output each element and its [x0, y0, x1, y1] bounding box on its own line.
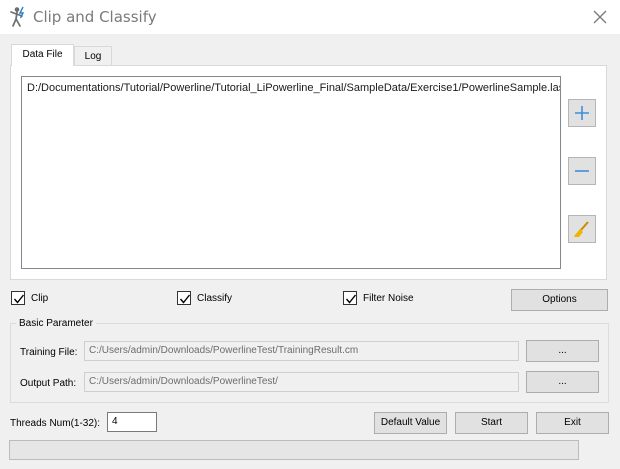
progress-bar — [9, 440, 579, 460]
threads-input[interactable]: 4 — [107, 412, 157, 432]
plus-icon — [575, 106, 589, 120]
options-button[interactable]: Options — [511, 289, 608, 311]
threads-label: Threads Num(1-32): — [10, 418, 101, 429]
list-item[interactable]: D:/Documentations/Tutorial/Powerline/Tut… — [27, 82, 560, 94]
default-value-button[interactable]: Default Value — [374, 412, 447, 434]
lightning-figure-icon — [10, 6, 25, 27]
tab-label: Data File — [22, 49, 63, 60]
clip-label: Clip — [31, 293, 49, 304]
start-button[interactable]: Start — [455, 412, 528, 434]
checkbox-box — [177, 291, 191, 305]
tab-data-file[interactable]: Data File — [11, 44, 74, 66]
classify-label: Classify — [197, 293, 233, 304]
tab-log[interactable]: Log — [74, 46, 112, 65]
browse-training-file-button[interactable]: ... — [526, 340, 599, 362]
brush-icon — [574, 221, 589, 237]
group-title: Basic Parameter — [16, 318, 96, 329]
classify-checkbox[interactable]: Classify — [177, 290, 257, 308]
exit-button[interactable]: Exit — [536, 412, 609, 434]
browse-output-path-button[interactable]: ... — [526, 371, 599, 393]
output-path-field[interactable]: C:/Users/admin/Downloads/PowerlineTest/ — [84, 372, 519, 392]
training-file-label: Training File: — [20, 347, 78, 358]
checkmark-icon — [13, 294, 25, 304]
window-title: Clip and Classify — [33, 8, 157, 26]
tab-label: Log — [84, 51, 102, 62]
training-file-field[interactable]: C:/Users/admin/Downloads/PowerlineTest/T… — [84, 341, 519, 361]
output-path-label: Output Path: — [20, 378, 77, 389]
remove-file-button[interactable] — [568, 157, 596, 185]
clip-checkbox[interactable]: Clip — [11, 290, 71, 308]
title-bar: Clip and Classify — [0, 0, 620, 34]
filter-noise-checkbox[interactable]: Filter Noise — [343, 290, 433, 308]
filter-noise-label: Filter Noise — [363, 293, 414, 304]
clear-files-button[interactable] — [568, 215, 596, 243]
checkbox-box — [11, 291, 25, 305]
file-list[interactable]: D:/Documentations/Tutorial/Powerline/Tut… — [21, 76, 561, 269]
checkbox-box — [343, 291, 357, 305]
checkmark-icon — [179, 294, 191, 304]
checkmark-icon — [345, 294, 357, 304]
add-file-button[interactable] — [568, 99, 596, 127]
minus-icon — [575, 170, 589, 172]
close-icon[interactable] — [588, 6, 612, 28]
